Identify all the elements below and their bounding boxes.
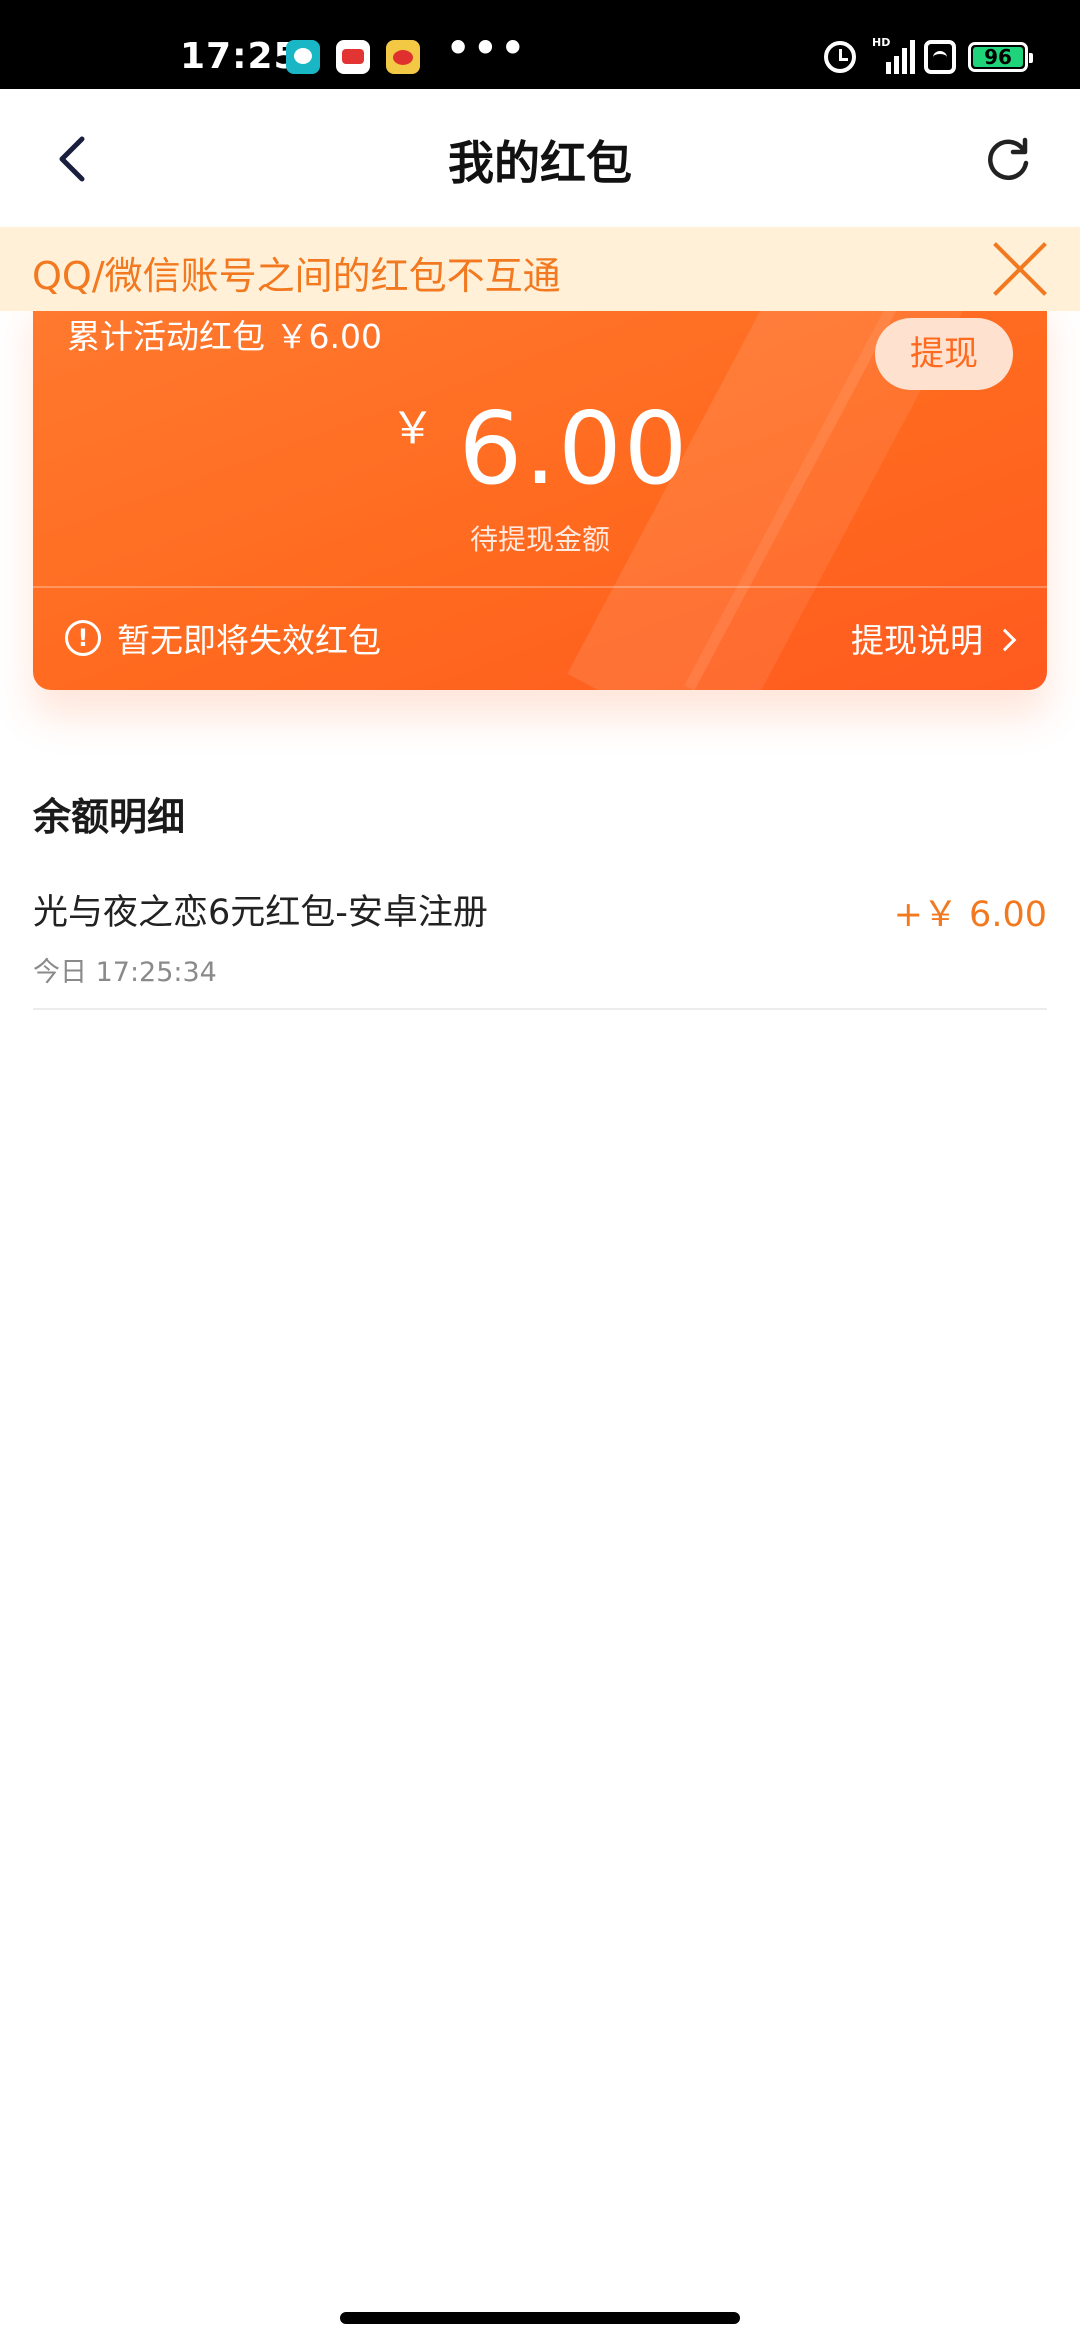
signal-icon	[872, 40, 915, 74]
status-time: 17:25	[180, 36, 300, 77]
list-item: 光与夜之恋6元红包-安卓注册 今日 17:25:34 +￥ 6.00	[33, 878, 1047, 1010]
refresh-button[interactable]	[980, 131, 1036, 187]
amount-value: 6.00	[458, 390, 690, 507]
chevron-right-icon	[993, 628, 1017, 652]
cumulative-red-packet: 累计活动红包 ￥6.00	[67, 317, 382, 356]
home-indicator[interactable]	[340, 2312, 740, 2324]
more-notifications-icon: •••	[446, 26, 528, 70]
exclamation-circle-icon: !	[65, 620, 101, 656]
record-title: 光与夜之恋6元红包-安卓注册	[33, 893, 488, 933]
alarm-icon	[824, 41, 856, 73]
notice-text: QQ/微信账号之间的红包不互通	[32, 254, 561, 298]
withdraw-explanation-link[interactable]: 提现说明	[851, 614, 1017, 662]
withdraw-button[interactable]: 提现	[875, 318, 1013, 390]
app-notification-icon	[336, 40, 370, 74]
page-title: 我的红包	[448, 136, 632, 190]
expiring-notice: 暂无即将失效红包	[117, 621, 381, 660]
battery-level: 96	[973, 47, 1023, 67]
currency-symbol: ￥	[390, 403, 435, 454]
refresh-icon	[988, 137, 1029, 181]
card-footer: ! 暂无即将失效红包 提现说明	[33, 588, 1047, 690]
weibo-notification-icon	[386, 40, 420, 74]
battery-icon: 96	[968, 42, 1033, 72]
record-time: 今日 17:25:34	[33, 957, 217, 988]
pending-amount-label: 待提现金额	[469, 523, 610, 556]
wifi-icon	[924, 40, 956, 74]
app-notification-icon	[286, 40, 320, 74]
balance-detail-title: 余额明细	[33, 795, 186, 839]
explain-link-label: 提现说明	[851, 621, 983, 660]
close-icon[interactable]	[990, 239, 1050, 299]
notice-banner: QQ/微信账号之间的红包不互通	[0, 227, 1080, 311]
status-bar: 17:25 ••• HD 96	[0, 0, 1080, 89]
record-amount: +￥ 6.00	[893, 895, 1047, 935]
pending-amount: ￥ 6.00	[33, 390, 1047, 507]
red-packet-card: 累计活动红包 ￥6.00 提现 ￥ 6.00 待提现金额 ! 暂无即将失效红包 提…	[33, 290, 1047, 690]
top-navigation-bar: 我的红包	[0, 89, 1080, 227]
